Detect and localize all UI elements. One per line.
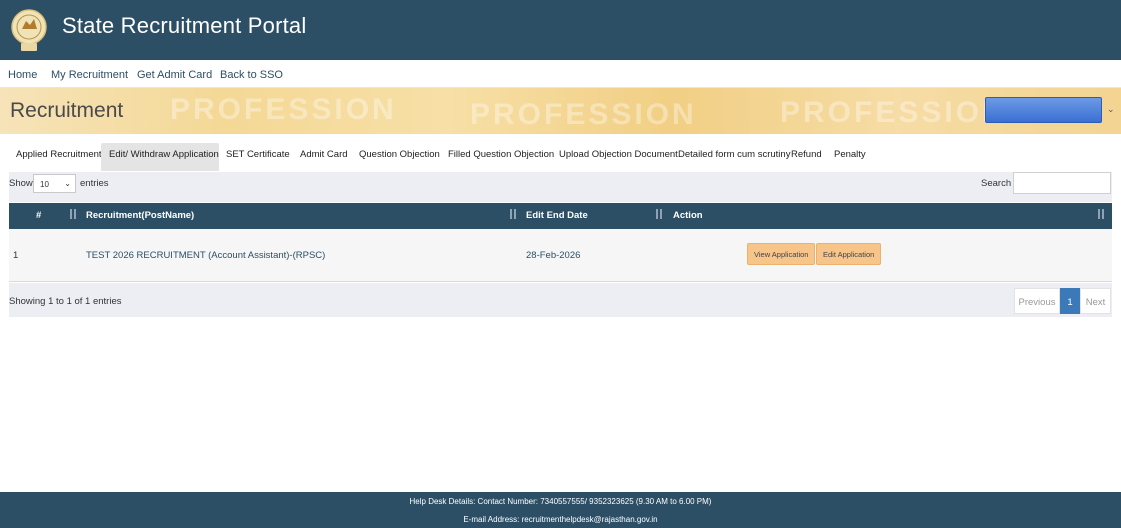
tab-filled-question-objection[interactable]: Filled Question Objection xyxy=(440,143,562,171)
profile-dropdown[interactable] xyxy=(985,97,1102,123)
showing-entries-info: Showing 1 to 1 of 1 entries xyxy=(9,296,122,307)
recruitment-tabs: Applied Recruitment Edit/ Withdraw Appli… xyxy=(0,134,1121,172)
edit-application-button[interactable]: Edit Application xyxy=(816,243,882,265)
search-input[interactable] xyxy=(1013,172,1111,194)
search-label: Search xyxy=(981,178,1012,189)
banner-background-word: PROFESSION xyxy=(780,96,1007,129)
top-header: State Recruitment Portal xyxy=(0,0,1121,60)
tab-detailed-form-scrutiny[interactable]: Detailed form cum scrutiny xyxy=(670,143,798,171)
table-row: 1 TEST 2026 RECRUITMENT (Account Assista… xyxy=(9,229,1112,282)
main-nav: Home My Recruitment Get Admit Card Back … xyxy=(0,60,1121,88)
tab-penalty[interactable]: Penalty xyxy=(826,143,874,171)
entries-select-value: 10 xyxy=(40,180,49,189)
column-header-index[interactable]: # xyxy=(36,210,41,221)
view-application-button[interactable]: View Application xyxy=(747,243,816,265)
chevron-down-icon[interactable]: ⌄ xyxy=(1107,104,1115,115)
banner-background-word: PROFESSION xyxy=(170,93,397,126)
table-footer: Showing 1 to 1 of 1 entries Previous 1 N… xyxy=(9,283,1112,317)
tab-question-objection[interactable]: Question Objection xyxy=(351,143,448,171)
tab-upload-objection-document[interactable]: Upload Objection Document xyxy=(551,143,686,171)
sort-icon[interactable] xyxy=(69,208,77,220)
row-end-date: 28-Feb-2026 xyxy=(526,250,581,261)
column-header-action[interactable]: Action xyxy=(673,210,703,221)
nav-home[interactable]: Home xyxy=(8,69,37,81)
nav-my-recruitment[interactable]: My Recruitment xyxy=(51,69,128,81)
entries-label: entries xyxy=(80,178,109,189)
tab-set-certificate[interactable]: SET Certificate xyxy=(218,143,298,171)
column-header-end-date[interactable]: Edit End Date xyxy=(526,210,588,221)
show-label: Show xyxy=(9,178,33,189)
tab-refund[interactable]: Refund xyxy=(783,143,830,171)
portal-title: State Recruitment Portal xyxy=(62,13,307,38)
pagination-page-1-button[interactable]: 1 xyxy=(1060,288,1080,314)
page-footer: Help Desk Details: Contact Number: 73405… xyxy=(0,492,1121,528)
pagination-previous-button[interactable]: Previous xyxy=(1014,288,1060,314)
nav-get-admit-card[interactable]: Get Admit Card xyxy=(137,69,212,81)
row-post-name: TEST 2026 RECRUITMENT (Account Assistant… xyxy=(86,250,326,261)
entries-select[interactable]: 10 ⌄ xyxy=(33,174,76,193)
page-title: Recruitment xyxy=(10,99,124,122)
helpdesk-details: Help Desk Details: Contact Number: 73405… xyxy=(409,497,712,506)
row-index: 1 xyxy=(13,250,19,261)
pagination-next-button[interactable]: Next xyxy=(1080,288,1111,314)
tab-admit-card[interactable]: Admit Card xyxy=(292,143,356,171)
sort-icon[interactable] xyxy=(509,208,517,220)
table-header: # Recruitment(PostName) Edit End Date Ac… xyxy=(9,203,1112,229)
page-banner: PROFESSION PROFESSION PROFESSION Recruit… xyxy=(0,88,1121,134)
sort-icon[interactable] xyxy=(655,208,663,220)
sort-icon[interactable] xyxy=(1097,208,1105,220)
emblem-logo-icon xyxy=(11,9,47,51)
chevron-down-icon: ⌄ xyxy=(64,179,71,188)
tab-edit-withdraw-application[interactable]: Edit/ Withdraw Application xyxy=(101,143,219,171)
helpdesk-email: E-mail Address: recruitmenthelpdesk@raja… xyxy=(463,515,658,524)
banner-background-word: PROFESSION xyxy=(470,98,697,131)
column-header-post[interactable]: Recruitment(PostName) xyxy=(86,210,194,221)
tab-applied-recruitment[interactable]: Applied Recruitment xyxy=(8,143,110,171)
nav-back-to-sso[interactable]: Back to SSO xyxy=(220,69,283,81)
table-controls: Show 10 ⌄ entries Search xyxy=(9,172,1112,202)
